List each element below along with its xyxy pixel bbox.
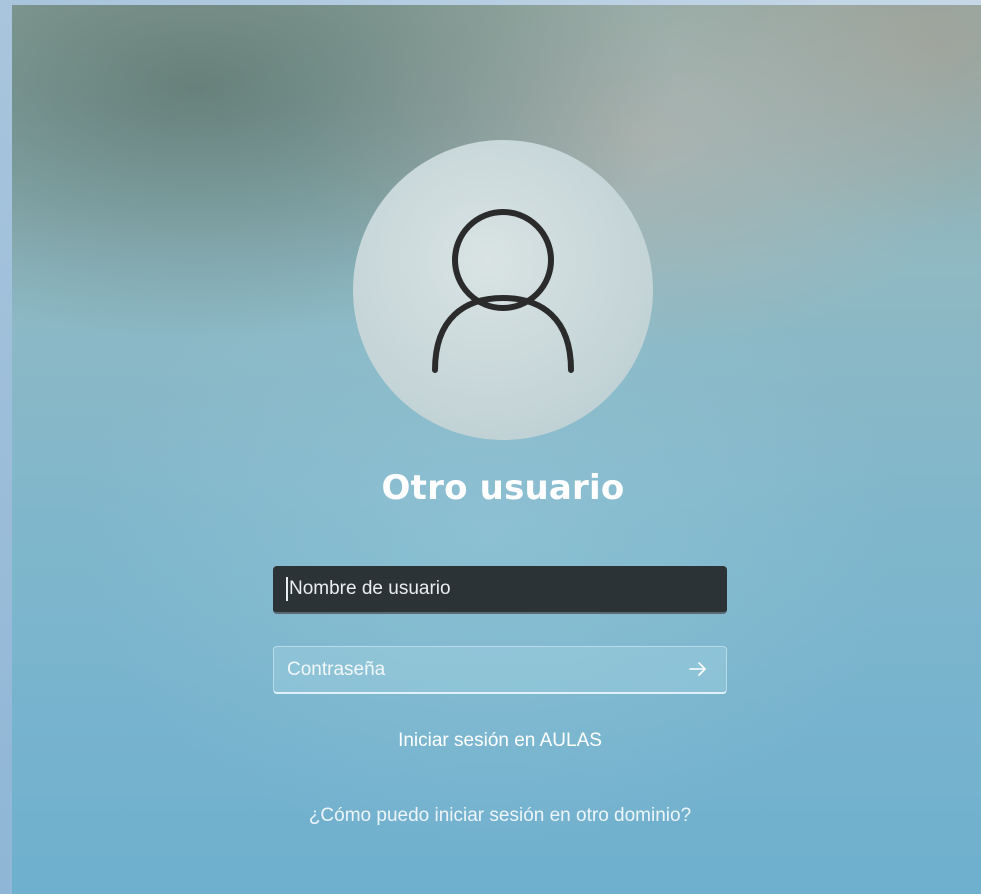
password-field[interactable]: Contraseña bbox=[273, 646, 727, 694]
user-avatar bbox=[353, 140, 653, 440]
user-name-title: Otro usuario bbox=[381, 468, 625, 508]
username-field[interactable]: Nombre de usuario bbox=[273, 566, 727, 614]
help-other-domain-link[interactable]: ¿Cómo puedo iniciar sesión en otro domin… bbox=[300, 802, 700, 830]
screen-bezel-top bbox=[0, 0, 981, 5]
lock-screen-background: Otro usuario Nombre de usuario Contraseñ… bbox=[0, 0, 981, 894]
password-placeholder: Contraseña bbox=[287, 658, 386, 680]
domain-sign-in-text: Iniciar sesión en AULAS bbox=[398, 730, 602, 751]
text-caret bbox=[286, 577, 288, 601]
username-placeholder: Nombre de usuario bbox=[289, 578, 451, 599]
help-other-domain-container: ¿Cómo puedo iniciar sesión en otro domin… bbox=[0, 802, 981, 830]
user-avatar-icon bbox=[432, 209, 574, 373]
arrow-right-icon[interactable] bbox=[686, 657, 710, 681]
screen-bezel-left bbox=[0, 0, 12, 894]
